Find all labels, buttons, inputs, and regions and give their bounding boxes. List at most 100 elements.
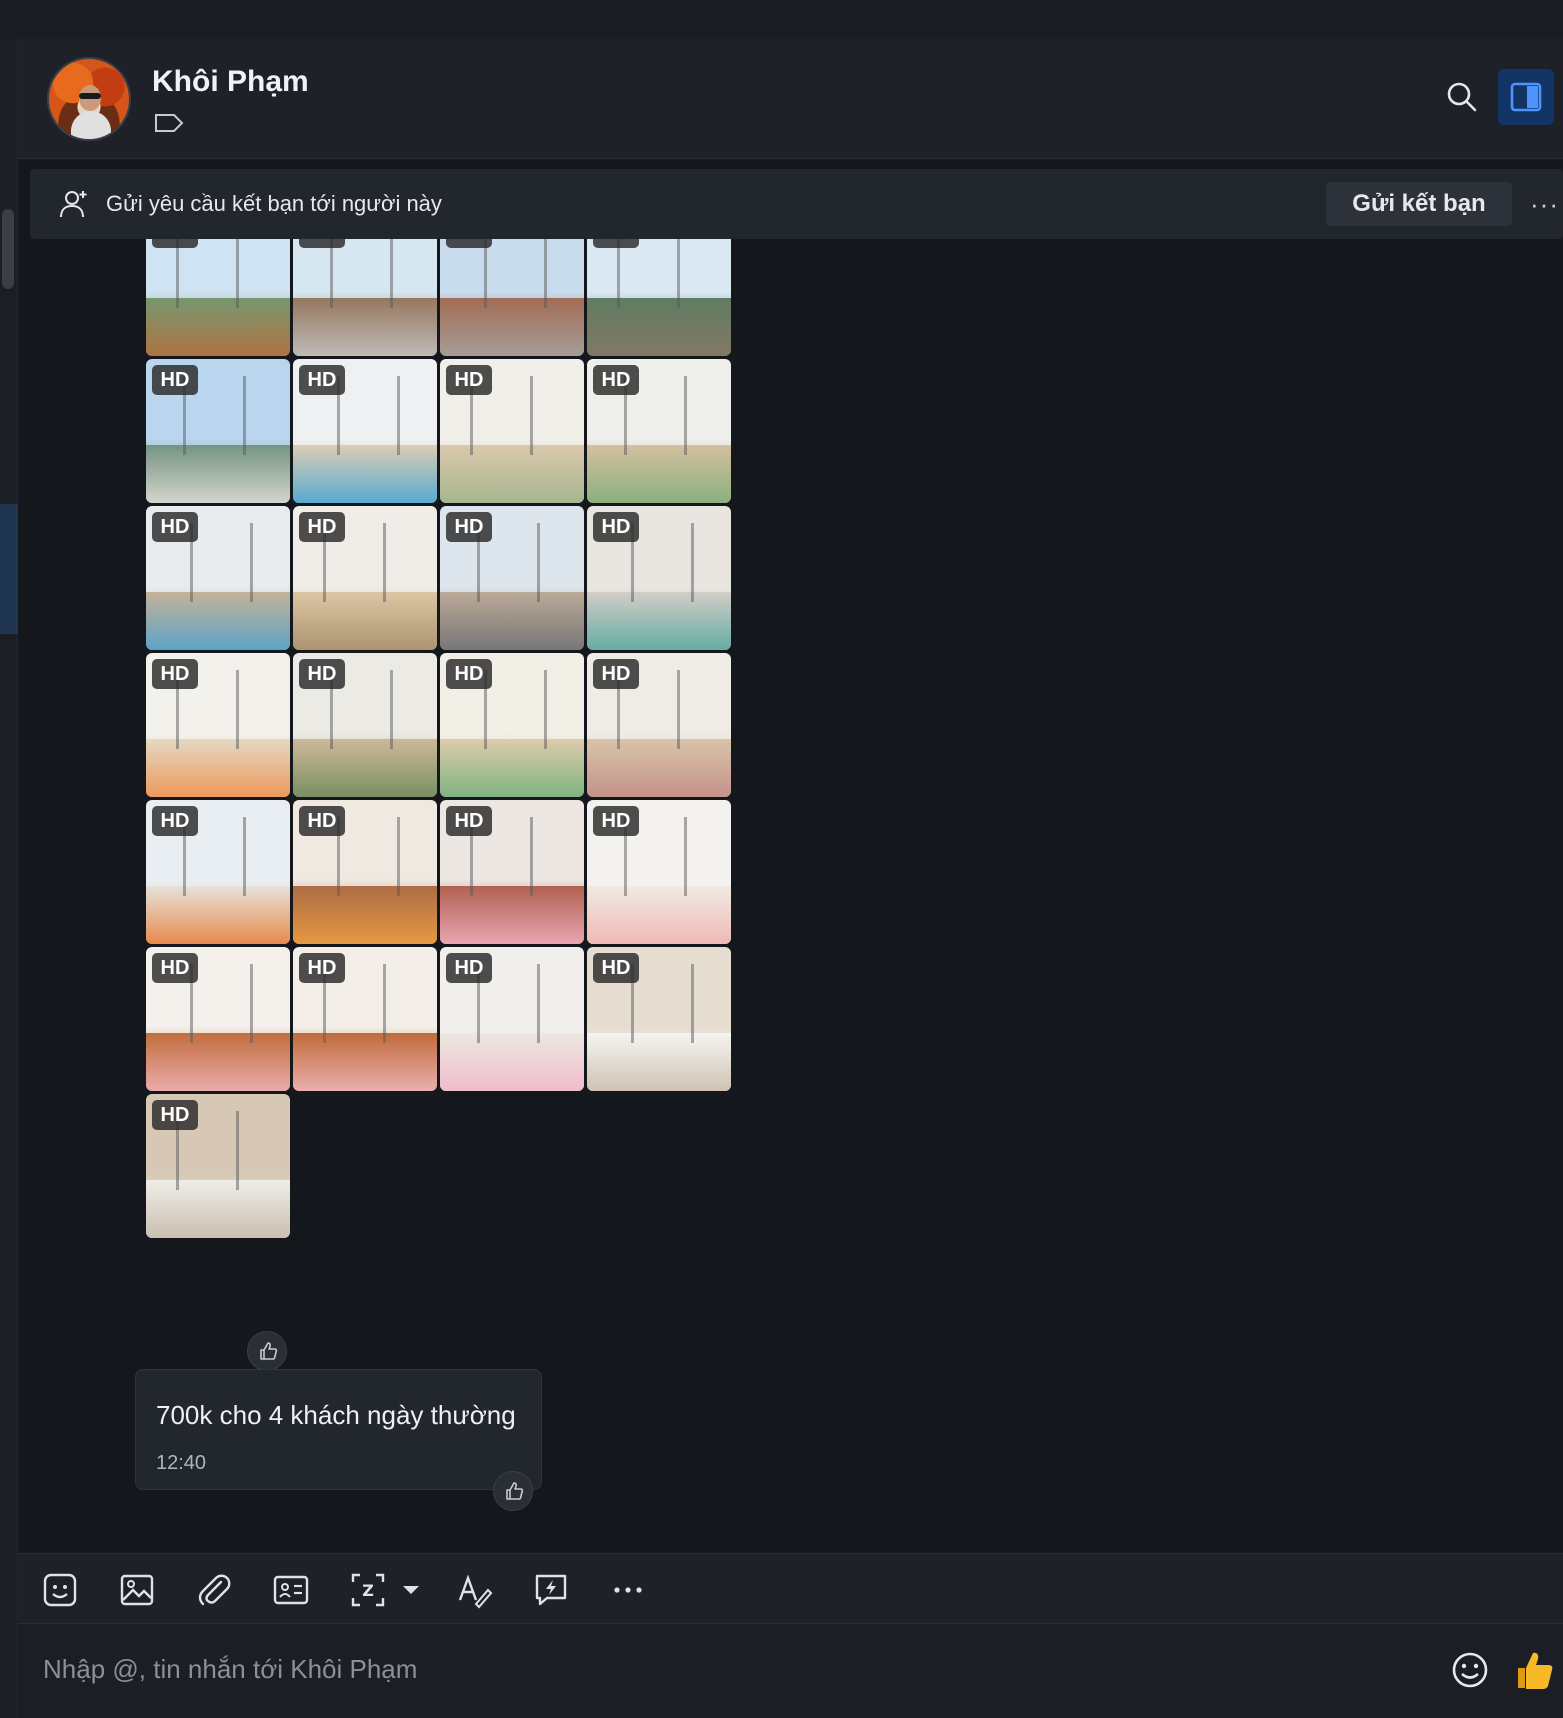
composer-toolbar: Z	[18, 1553, 1563, 1623]
hd-badge: HD	[152, 365, 198, 395]
photo-thumbnail[interactable]: HD	[440, 800, 584, 944]
hd-badge: HD	[593, 512, 639, 542]
photo-window-frame	[484, 239, 487, 309]
conversation-info-toggle-button[interactable]	[1498, 69, 1554, 125]
photo-thumbnail[interactable]: HD	[146, 800, 290, 944]
react-like-button[interactable]	[493, 1471, 533, 1511]
photo-thumbnail[interactable]: HD	[587, 359, 731, 503]
message-bubble[interactable]: 700k cho 4 khách ngày thường 12:40	[135, 1369, 542, 1490]
photo-thumbnail[interactable]: HD	[146, 506, 290, 650]
quick-message-icon[interactable]	[531, 1570, 571, 1610]
photo-floor	[146, 445, 290, 503]
photo-thumbnail[interactable]: HD	[440, 947, 584, 1091]
photo-floor	[293, 445, 437, 503]
photo-thumbnail[interactable]: HD	[440, 506, 584, 650]
photo-thumbnail[interactable]: HD	[293, 653, 437, 797]
hd-badge: HD	[593, 239, 639, 248]
attach-icon[interactable]	[194, 1570, 234, 1610]
more-icon[interactable]	[608, 1570, 648, 1610]
image-icon[interactable]	[117, 1570, 157, 1610]
photo-window-frame	[691, 523, 694, 603]
photo-window-frame	[383, 523, 386, 603]
sticker-icon[interactable]	[40, 1570, 80, 1610]
photo-thumbnail[interactable]: HD	[146, 653, 290, 797]
photo-thumbnail[interactable]: HD	[293, 800, 437, 944]
photo-window-frame	[530, 817, 533, 897]
hd-badge: HD	[446, 953, 492, 983]
photo-thumbnail[interactable]: HD	[146, 359, 290, 503]
photo-window-frame	[176, 239, 179, 309]
photo-thumbnail[interactable]: HD	[146, 1094, 290, 1238]
selected-conversation-marker	[0, 504, 18, 634]
photo-floor	[587, 298, 731, 356]
photo-window-frame	[537, 964, 540, 1044]
photo-thumbnail[interactable]: HD	[293, 359, 437, 503]
photo-floor	[146, 739, 290, 797]
hd-badge: HD	[446, 806, 492, 836]
emoji-icon[interactable]	[1450, 1650, 1490, 1690]
hd-badge: HD	[299, 365, 345, 395]
photo-window-frame	[330, 239, 333, 309]
message-input[interactable]: Nhập @, tin nhắn tới Khôi Phạm	[43, 1654, 417, 1685]
photo-floor	[587, 445, 731, 503]
sidebar-panel-icon	[1510, 82, 1542, 112]
friend-request-text: Gửi yêu cầu kết bạn tới người này	[106, 191, 442, 216]
photo-thumbnail[interactable]: HD	[587, 506, 731, 650]
hd-badge: HD	[299, 806, 345, 836]
photo-thumbnail[interactable]: HD	[587, 239, 731, 356]
hd-badge: HD	[299, 659, 345, 689]
thumbs-up-icon	[260, 1342, 278, 1360]
react-like-button[interactable]	[247, 1331, 287, 1371]
quick-like-icon[interactable]	[1514, 1648, 1554, 1692]
photo-window-frame	[537, 523, 540, 603]
photo-thumbnail[interactable]: HD	[440, 239, 584, 356]
photo-thumbnail[interactable]: HD	[293, 239, 437, 356]
photo-window-frame	[243, 817, 246, 897]
contact-card-icon[interactable]	[271, 1570, 311, 1610]
tag-icon[interactable]	[154, 113, 184, 133]
hd-badge: HD	[446, 659, 492, 689]
photo-thumbnail[interactable]: HD	[440, 359, 584, 503]
hd-badge: HD	[152, 806, 198, 836]
hd-badge: HD	[593, 806, 639, 836]
photo-floor	[440, 298, 584, 356]
photo-thumbnail[interactable]: HD	[293, 947, 437, 1091]
chevron-down-icon[interactable]	[400, 1570, 422, 1610]
photo-window-frame	[544, 670, 547, 750]
photo-thumbnail[interactable]: HD	[440, 653, 584, 797]
photo-thumbnail[interactable]: HD	[293, 506, 437, 650]
photo-window-frame	[383, 964, 386, 1044]
search-icon[interactable]	[1444, 79, 1480, 115]
photo-window-frame	[250, 523, 253, 603]
hd-badge: HD	[299, 953, 345, 983]
photo-window-frame	[544, 239, 547, 309]
photo-floor	[440, 886, 584, 944]
message-input-area[interactable]: Nhập @, tin nhắn tới Khôi Phạm	[18, 1623, 1563, 1718]
avatar[interactable]	[47, 57, 131, 141]
photo-floor	[587, 886, 731, 944]
photo-window-frame	[236, 239, 239, 309]
photo-thumbnail[interactable]: HD	[146, 239, 290, 356]
message-time: 12:40	[156, 1452, 207, 1474]
hd-badge: HD	[446, 365, 492, 395]
send-friend-request-button[interactable]: Gửi kết bạn	[1326, 182, 1512, 226]
scrollbar-thumb[interactable]	[2, 209, 14, 289]
photo-thumbnail[interactable]: HD	[587, 947, 731, 1091]
photo-floor	[293, 1033, 437, 1091]
photo-thumbnail[interactable]: HD	[146, 947, 290, 1091]
hd-badge: HD	[299, 239, 345, 248]
photo-floor	[293, 886, 437, 944]
photo-floor	[587, 1033, 731, 1091]
hd-badge: HD	[593, 659, 639, 689]
photo-thumbnail[interactable]: HD	[587, 800, 731, 944]
photo-thumbnail[interactable]: HD	[587, 653, 731, 797]
friend-bar-more-button[interactable]: ···	[1530, 189, 1559, 220]
photo-floor	[146, 886, 290, 944]
photo-window-frame	[677, 670, 680, 750]
photo-floor	[440, 1033, 584, 1091]
screenshot-icon[interactable]: Z	[348, 1570, 388, 1610]
text-format-icon[interactable]	[454, 1570, 494, 1610]
contact-name[interactable]: Khôi Phạm	[152, 65, 309, 99]
hd-badge: HD	[299, 512, 345, 542]
chat-header: Khôi Phạm	[18, 39, 1563, 159]
